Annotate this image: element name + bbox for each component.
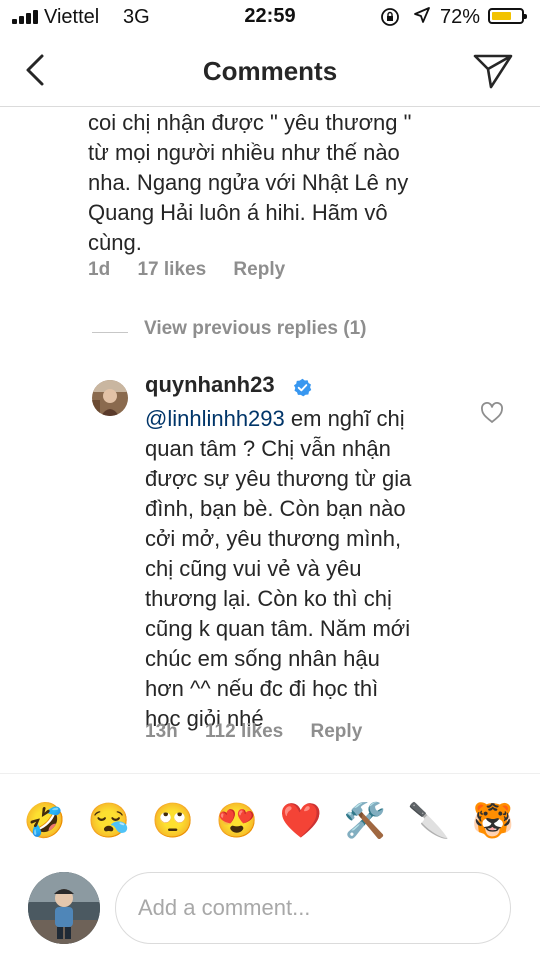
reply-likes[interactable]: 112 likes: [205, 721, 283, 742]
tiger-face-emoji[interactable]: 🐯: [470, 798, 516, 844]
current-user-avatar: [28, 872, 100, 944]
reply-text-line: chị cũng vui vẻ và yêu: [145, 556, 362, 581]
avatar[interactable]: [92, 380, 128, 416]
reply-button[interactable]: Reply: [311, 721, 363, 742]
reply-text-line: hơn ^^ nếu đc đi học thì: [145, 676, 379, 701]
comment-text: coi chị nhận được " yêu thương " từ mọi …: [88, 108, 468, 258]
comment-text-line: Quang Hải luôn á hihi. Hãm vô: [88, 200, 388, 225]
rolling-laughing-emoji[interactable]: 🤣: [22, 798, 68, 844]
reply-text-line: được sự yêu thương từ gia: [145, 466, 412, 491]
reply-text-line: thương lại. Còn ko thì chị: [145, 586, 392, 611]
eye-roll-emoji[interactable]: 🙄: [150, 798, 196, 844]
comment-meta: 1d 17 likes Reply: [88, 259, 307, 281]
tools-emoji[interactable]: 🛠️: [342, 798, 388, 844]
emoji-quick-bar: 🤣 😪 🙄 😍 ❤️ 🛠️ 🔪 🐯: [0, 790, 540, 852]
comment-text-line: nha. Ngang ngửa với Nhật Lê ny: [88, 170, 409, 195]
reply-text: @linhlinhh293 em nghĩ chị quan tâm ? Chị…: [145, 404, 445, 734]
reply-text-line: quan tâm ? Chị vẫn nhận: [145, 436, 391, 461]
comment-text-line: cùng.: [88, 230, 142, 255]
mention-link[interactable]: @linhlinhh293: [145, 406, 285, 431]
heart-eyes-emoji[interactable]: 😍: [214, 798, 260, 844]
like-heart-icon[interactable]: [480, 402, 504, 424]
username[interactable]: quynhanh23: [145, 372, 275, 398]
reply-meta: 13h 112 likes Reply: [145, 721, 384, 743]
reply-button[interactable]: Reply: [233, 259, 285, 280]
battery-icon: [488, 8, 527, 24]
comment-text-line: từ mọi người nhiều như thế nào: [88, 140, 400, 165]
rotation-lock-icon: [380, 7, 400, 32]
reply-text-fragment: em nghĩ chị: [284, 406, 405, 431]
battery-percentage: 72%: [440, 6, 481, 28]
comment-input[interactable]: [115, 872, 511, 944]
location-arrow-icon: [413, 6, 431, 29]
reply-text-line: chúc em sống nhân hậu: [145, 646, 380, 671]
comment-likes[interactable]: 17 likes: [137, 259, 206, 280]
reply-time: 13h: [145, 721, 178, 742]
reply-text-line: cũng k quan tâm. Năm mới: [145, 616, 411, 641]
navigation-header: Comments: [0, 34, 540, 107]
view-previous-replies-label[interactable]: View previous replies (1): [144, 318, 366, 340]
paper-plane-icon[interactable]: [472, 52, 514, 90]
reply-text-line: @linhlinhh293 em nghĩ chị: [145, 404, 445, 434]
reply-text-line: cởi mở, yêu thương mình,: [145, 526, 402, 551]
comment-text-line: coi chị nhận được " yêu thương ": [88, 110, 412, 135]
reply-text-line: đình, bạn bè. Còn bạn nào: [145, 496, 406, 521]
page-title: Comments: [202, 56, 338, 86]
knife-emoji[interactable]: 🔪: [406, 798, 452, 844]
status-bar: Viettel 3G 22:59 72%: [0, 0, 540, 34]
red-heart-emoji[interactable]: ❤️: [278, 798, 324, 844]
divider-line: [92, 332, 128, 333]
verified-badge-icon: [293, 378, 312, 397]
emoji-bar-divider: [0, 773, 540, 774]
sleepy-face-emoji[interactable]: 😪: [86, 798, 132, 844]
comment-time: 1d: [88, 259, 111, 280]
